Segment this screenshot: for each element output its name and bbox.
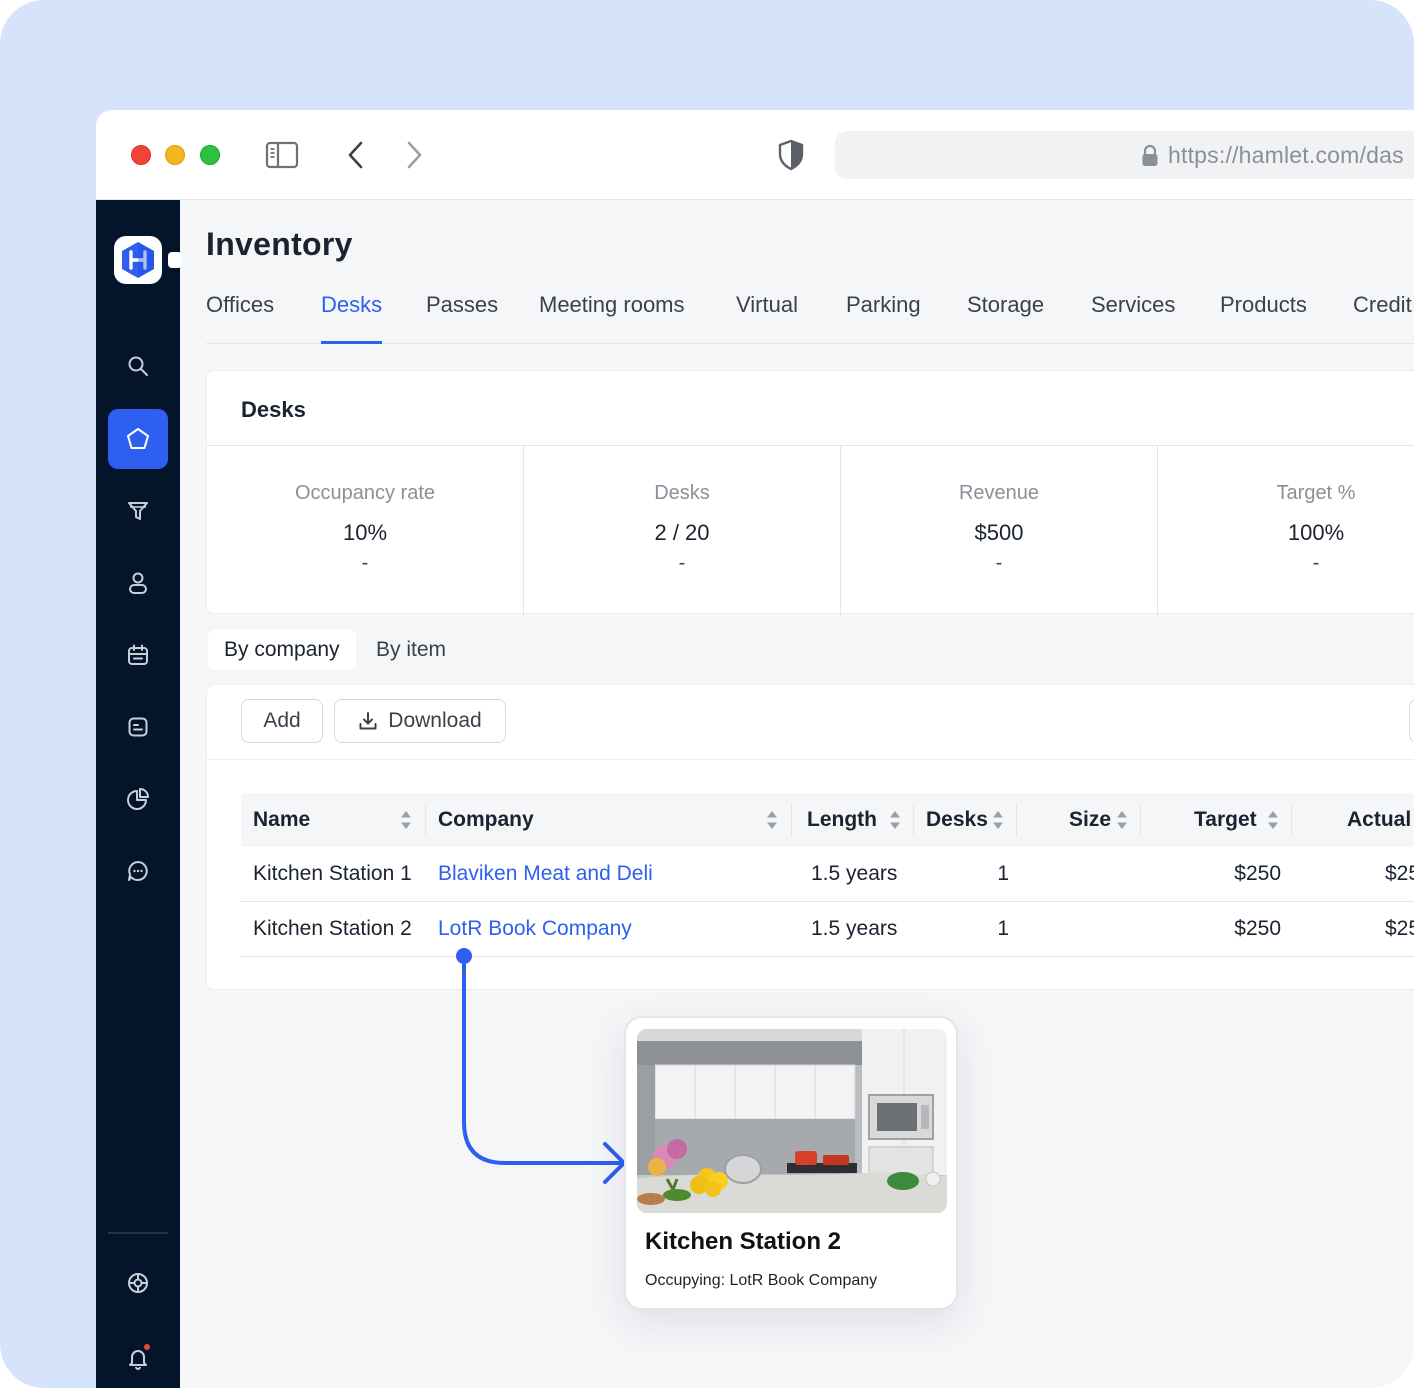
occupying-label: Occupying: <box>645 1272 726 1289</box>
popup-title: Kitchen Station 2 <box>645 1228 842 1255</box>
desk-preview-popup[interactable]: Kitchen Station 2 Occupying: LotR Book C… <box>624 1016 958 1310</box>
background-frame: https://hamlet.com/das Inventory Offices… <box>0 0 1414 1388</box>
occupying-value: LotR Book Company <box>729 1272 878 1289</box>
popup-occupying: Occupying: LotR Book Company <box>645 1272 877 1290</box>
kitchen-photo <box>637 1029 947 1213</box>
